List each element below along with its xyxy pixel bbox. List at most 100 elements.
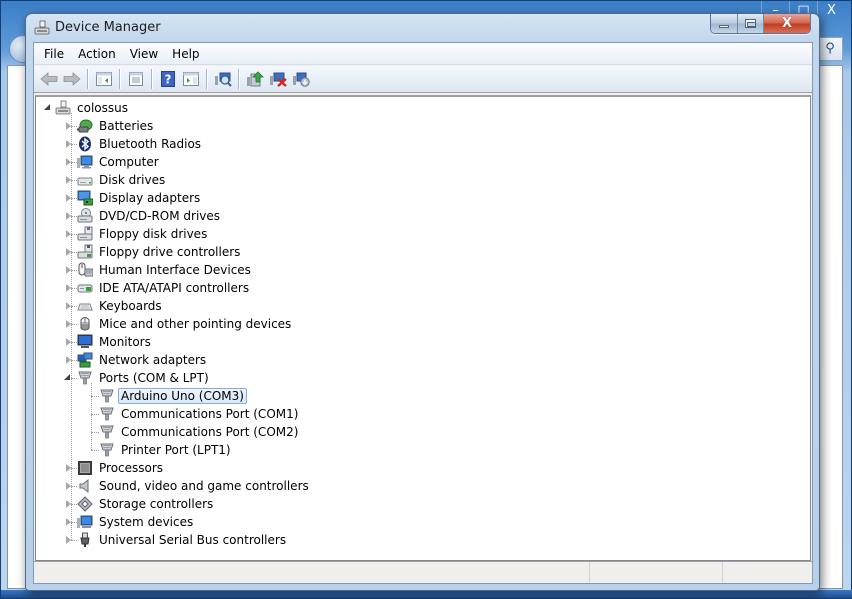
expand-toggle[interactable] [66, 158, 71, 166]
expand-toggle[interactable] [66, 518, 71, 526]
tree-category[interactable]: Human Interface Devices [64, 261, 254, 279]
scan-for-hardware-changes-button[interactable] [211, 68, 234, 90]
tree-root[interactable]: colossus [44, 99, 131, 117]
tree-category[interactable]: System devices [64, 513, 196, 531]
tree-category[interactable]: Universal Serial Bus controllers [64, 531, 289, 549]
tree-category-label: Human Interface Devices [99, 263, 251, 277]
show-hide-action-pane-button[interactable] [179, 68, 202, 90]
expand-toggle[interactable] [66, 176, 71, 184]
update-driver-button[interactable] [243, 68, 266, 90]
tree-category[interactable]: Mice and other pointing devices [64, 315, 294, 333]
expand-toggle[interactable] [66, 320, 71, 328]
title-bar[interactable]: Device Manager X [26, 14, 819, 42]
tree-device[interactable]: Communications Port (COM1) [99, 405, 301, 423]
tree-category-label: Batteries [99, 119, 154, 133]
tree-category-label: DVD/CD-ROM drives [99, 209, 221, 223]
tree-root-label: colossus [77, 101, 128, 115]
tree-category[interactable]: Floppy drive controllers [64, 243, 243, 261]
expand-toggle[interactable] [66, 284, 71, 292]
device-tree[interactable]: colossus Batteries Bluetooth Radios Compute… [35, 95, 811, 561]
back-button[interactable] [37, 68, 60, 90]
tree-category[interactable]: Ports (COM & LPT) [64, 369, 212, 387]
port-icon [100, 407, 114, 421]
minimize-icon [719, 25, 729, 28]
menu-help[interactable]: Help [165, 44, 206, 64]
close-button[interactable]: X [764, 14, 810, 33]
svg-text:?: ? [164, 73, 171, 87]
keyboard-icon [77, 303, 93, 311]
maximize-button[interactable] [738, 14, 764, 33]
device-manager-window: Device Manager X File Action View Help ?… [25, 13, 820, 591]
tree-category[interactable]: Network adapters [64, 351, 209, 369]
background-search-button[interactable]: ⚲ [817, 37, 843, 61]
floppy-controller-icon [77, 244, 93, 259]
tree-category[interactable]: Computer [64, 153, 162, 171]
device-manager-icon [34, 20, 50, 35]
window-controls: X [710, 14, 811, 34]
expand-toggle[interactable] [66, 248, 71, 256]
expand-toggle[interactable] [66, 536, 71, 544]
status-pane-secondary [590, 562, 723, 583]
tree-category-label: Processors [99, 461, 164, 475]
tree-category-label: Floppy drive controllers [99, 245, 241, 259]
tree-category[interactable]: Floppy disk drives [64, 225, 210, 243]
expand-toggle[interactable] [66, 338, 71, 346]
expand-toggle[interactable] [66, 302, 71, 310]
tree-device[interactable]: Communications Port (COM2) [99, 423, 301, 441]
tree-device-selected[interactable]: Arduino Uno (COM3) [99, 387, 247, 405]
menu-view[interactable]: View [123, 44, 165, 64]
expand-toggle[interactable] [66, 212, 71, 220]
tree-device-label: Communications Port (COM2) [121, 425, 299, 439]
background-close-button[interactable]: X [817, 1, 845, 21]
tree-category-label: Monitors [99, 335, 151, 349]
expand-toggle[interactable] [66, 482, 71, 490]
expand-toggle[interactable] [66, 230, 71, 238]
scan-hardware-icon [214, 72, 232, 87]
monitor-icon [77, 334, 93, 348]
dvd-drive-icon [77, 208, 93, 223]
tree-category[interactable]: Monitors [64, 333, 154, 351]
storage-controller-icon [77, 496, 93, 512]
tree-category[interactable]: Batteries [64, 117, 156, 135]
tree-connector [91, 396, 99, 397]
tree-category[interactable]: Disk drives [64, 171, 168, 189]
tree-category[interactable]: IDE ATA/ATAPI controllers [64, 279, 252, 297]
expand-toggle[interactable] [66, 500, 71, 508]
usb-icon [80, 532, 90, 547]
expand-toggle[interactable] [66, 464, 71, 472]
tree-category[interactable]: Display adapters [64, 189, 203, 207]
uninstall-button[interactable] [266, 68, 289, 90]
expand-toggle[interactable] [66, 122, 71, 130]
help-button[interactable]: ? [156, 68, 179, 90]
tree-device[interactable]: Printer Port (LPT1) [99, 441, 234, 459]
tree-category[interactable]: Bluetooth Radios [64, 135, 204, 153]
expand-toggle[interactable] [66, 140, 71, 148]
properties-button[interactable] [124, 68, 147, 90]
tree-category[interactable]: Sound, video and game controllers [64, 477, 312, 495]
show-hide-console-tree-button[interactable] [92, 68, 115, 90]
tree-category[interactable]: Storage controllers [64, 495, 216, 513]
menu-file[interactable]: File [37, 44, 71, 64]
status-pane-tertiary [723, 562, 812, 583]
tree-category[interactable]: Processors [64, 459, 166, 477]
bluetooth-icon [79, 136, 91, 152]
expand-toggle[interactable] [66, 266, 71, 274]
tree-category-label: Computer [99, 155, 159, 169]
tree-connector [91, 414, 99, 415]
hid-icon [78, 262, 93, 277]
minimize-button[interactable] [711, 14, 738, 33]
expand-toggle[interactable] [66, 356, 71, 364]
tree-device-label: Communications Port (COM1) [121, 407, 299, 421]
tree-category[interactable]: DVD/CD-ROM drives [64, 207, 223, 225]
close-icon: X [781, 16, 793, 31]
tree-category[interactable]: Keyboards [64, 297, 165, 315]
collapse-toggle[interactable] [44, 104, 50, 110]
tree-device-label: Arduino Uno (COM3) [118, 388, 247, 404]
forward-button[interactable] [60, 68, 83, 90]
console-tree-icon [95, 72, 112, 86]
disable-device-button[interactable] [289, 68, 312, 90]
menu-action[interactable]: Action [71, 44, 123, 64]
toolbar-separator [238, 69, 239, 89]
expand-toggle[interactable] [66, 194, 71, 202]
collapse-toggle[interactable] [64, 374, 70, 380]
